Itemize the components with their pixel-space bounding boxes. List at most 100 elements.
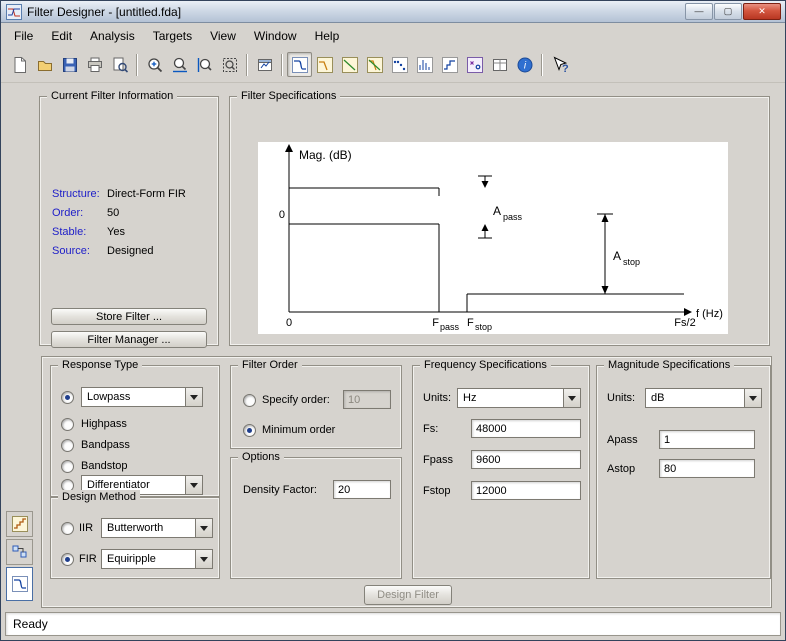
menu-file[interactable]: File: [5, 25, 42, 47]
help-icon[interactable]: ?: [547, 52, 572, 77]
filter-info-icon[interactable]: i: [512, 52, 537, 77]
filter-order-panel: Filter Order Specify order: Minimum orde…: [230, 365, 402, 449]
lowpass-combo[interactable]: Lowpass: [81, 387, 203, 407]
toolbar-separator: [541, 54, 543, 76]
step-response-icon[interactable]: [437, 52, 462, 77]
iir-radio[interactable]: [61, 522, 74, 535]
fstop-label: Fstop: [423, 485, 451, 497]
x-axis-label: f (Hz): [696, 308, 723, 320]
zoom-x-icon[interactable]: [167, 52, 192, 77]
bandstop-radio[interactable]: [61, 460, 74, 473]
pole-zero-icon[interactable]: [462, 52, 487, 77]
open-file-icon[interactable]: [32, 52, 57, 77]
bandstop-label: Bandstop: [81, 460, 127, 472]
fir-method-value: Equiripple: [102, 550, 195, 568]
density-factor-input[interactable]: [333, 480, 391, 499]
filter-designer-window: Filter Designer - [untitled.fda] — ▢ ✕ F…: [0, 0, 786, 641]
menu-help[interactable]: Help: [306, 25, 349, 47]
fir-method-combo[interactable]: Equiripple: [101, 549, 213, 569]
close-icon[interactable]: ✕: [743, 3, 781, 20]
chevron-down-icon[interactable]: [195, 519, 212, 537]
source-value: Designed: [107, 245, 153, 257]
response-type-panel: Response Type Lowpass Highpass Bandpass …: [50, 365, 220, 497]
fir-radio[interactable]: [61, 553, 74, 566]
store-filter-button[interactable]: Store Filter ...: [51, 308, 207, 325]
astop-annotation-sub: stop: [623, 257, 640, 267]
chevron-down-icon[interactable]: [185, 388, 202, 406]
origin-tick-label: 0: [286, 317, 292, 329]
chevron-down-icon[interactable]: [563, 389, 580, 407]
frequency-units-label: Units:: [423, 392, 451, 404]
astop-label: Astop: [607, 463, 635, 475]
print-preview-icon[interactable]: [107, 52, 132, 77]
stable-value: Yes: [107, 226, 125, 238]
toolbar-separator: [281, 54, 283, 76]
menu-view[interactable]: View: [201, 25, 245, 47]
structure-label: Structure:: [52, 188, 100, 200]
menu-analysis[interactable]: Analysis: [81, 25, 144, 47]
fstop-input[interactable]: [471, 481, 581, 500]
magnitude-units-label: Units:: [607, 392, 635, 404]
apass-input[interactable]: [659, 430, 755, 449]
frequency-units-combo[interactable]: Hz: [457, 388, 581, 408]
stable-label: Stable:: [52, 226, 86, 238]
svg-text:?: ?: [562, 63, 569, 74]
menu-edit[interactable]: Edit: [42, 25, 81, 47]
magnitude-response-icon[interactable]: [312, 52, 337, 77]
chevron-down-icon[interactable]: [195, 550, 212, 568]
frequency-specifications-legend: Frequency Specifications: [420, 358, 551, 372]
chevron-down-icon[interactable]: [744, 389, 761, 407]
impulse-response-icon[interactable]: [412, 52, 437, 77]
full-view-icon[interactable]: [217, 52, 242, 77]
highpass-radio[interactable]: [61, 418, 74, 431]
magnitude-units-combo[interactable]: dB: [645, 388, 762, 408]
magnitude-specifications-panel: Magnitude Specifications Units: dB Apass…: [596, 365, 771, 579]
print-to-figure-icon[interactable]: [252, 52, 277, 77]
phase-response-icon[interactable]: [337, 52, 362, 77]
astop-input[interactable]: [659, 459, 755, 478]
status-bar: Ready: [5, 612, 781, 636]
fs-label: Fs:: [423, 423, 438, 435]
fs-input[interactable]: [471, 419, 581, 438]
magnitude-specifications-legend: Magnitude Specifications: [604, 358, 734, 372]
fpass-label: Fpass: [423, 454, 453, 466]
y-axis-label: Mag. (dB): [299, 148, 352, 162]
lowpass-radio[interactable]: [61, 391, 74, 404]
minimize-icon[interactable]: —: [685, 3, 713, 20]
filter-manager-button[interactable]: Filter Manager ...: [51, 331, 207, 348]
bandpass-radio[interactable]: [61, 439, 74, 452]
frequency-specifications-panel: Frequency Specifications Units: Hz Fs: F…: [412, 365, 590, 579]
iir-method-combo[interactable]: Butterworth: [101, 518, 213, 538]
fpass-input[interactable]: [471, 450, 581, 469]
filter-specification-diagram: Mag. (dB) f (Hz) 0: [258, 142, 728, 334]
design-filter-mode-icon[interactable]: [6, 567, 33, 601]
fs2-tick-label: Fs/2: [674, 317, 695, 329]
zoom-in-icon[interactable]: [142, 52, 167, 77]
fpass-tick-sub: pass: [440, 322, 460, 332]
new-file-icon[interactable]: [7, 52, 32, 77]
zoom-y-icon[interactable]: [192, 52, 217, 77]
minimum-order-label: Minimum order: [262, 424, 335, 436]
menu-targets[interactable]: Targets: [144, 25, 201, 47]
filter-coefficients-icon[interactable]: [487, 52, 512, 77]
window-title: Filter Designer - [untitled.fda]: [27, 5, 684, 19]
app-icon: [6, 4, 22, 20]
minimum-order-radio[interactable]: [243, 424, 256, 437]
maximize-icon[interactable]: ▢: [714, 3, 742, 20]
astop-annotation: A: [613, 249, 621, 263]
design-filter-panel-icon[interactable]: [287, 52, 312, 77]
specify-order-input[interactable]: [343, 390, 391, 409]
order-value: 50: [107, 207, 119, 219]
print-icon[interactable]: [82, 52, 107, 77]
group-delay-icon[interactable]: [387, 52, 412, 77]
set-quantization-parameters-icon[interactable]: [6, 511, 33, 537]
save-icon[interactable]: [57, 52, 82, 77]
specify-order-radio[interactable]: [243, 394, 256, 407]
design-panel: Response Type Lowpass Highpass Bandpass …: [41, 356, 772, 608]
chevron-down-icon[interactable]: [185, 476, 202, 494]
realize-model-icon[interactable]: [6, 539, 33, 565]
main-area: Current Filter Information Structure: Di…: [1, 83, 785, 609]
menu-window[interactable]: Window: [245, 25, 306, 47]
magnitude-phase-icon[interactable]: [362, 52, 387, 77]
design-filter-button[interactable]: Design Filter: [364, 585, 452, 605]
